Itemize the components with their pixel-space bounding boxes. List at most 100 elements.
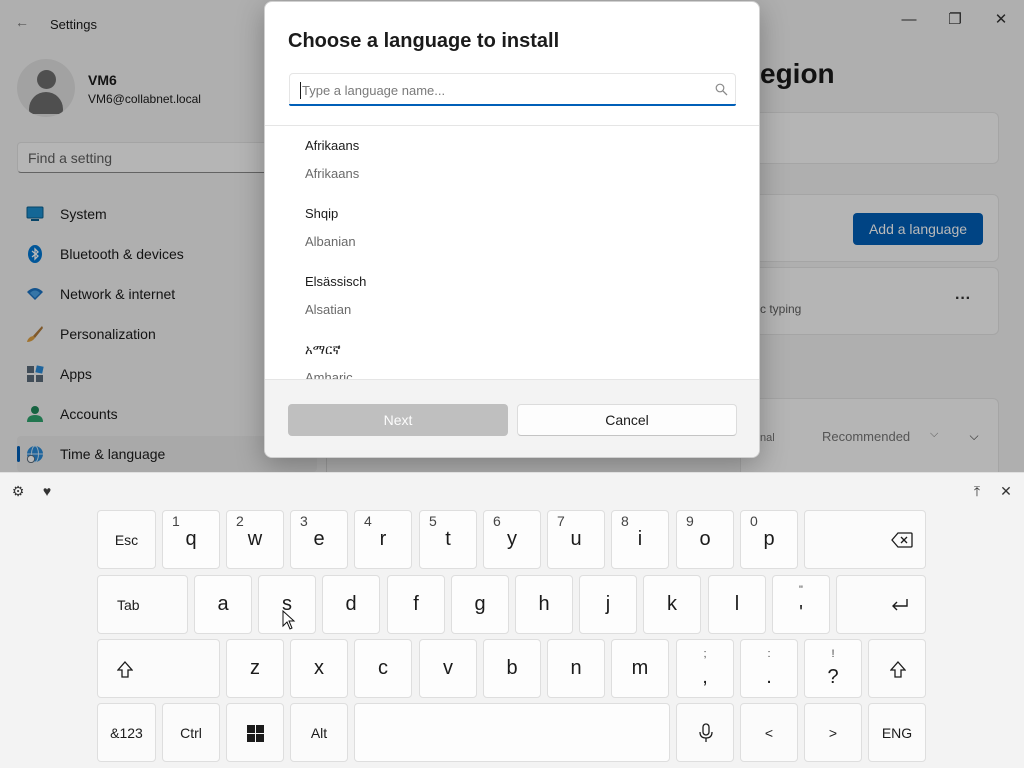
key-w[interactable]: 2w <box>226 510 284 569</box>
key-j[interactable]: j <box>579 575 637 634</box>
key-f[interactable]: f <box>387 575 445 634</box>
key-label: y <box>507 528 517 550</box>
key-label: e <box>313 528 325 550</box>
key-i[interactable]: 8i <box>611 510 669 569</box>
close-keyboard-icon[interactable]: ✕ <box>996 481 1016 501</box>
key-label: ? <box>827 666 839 688</box>
key-label: p <box>763 528 775 550</box>
key-comma[interactable]: ;, <box>676 639 734 698</box>
key-question[interactable]: !? <box>804 639 862 698</box>
key-label: g <box>474 593 486 615</box>
language-native-name: Afrikaans <box>305 138 360 153</box>
key-c[interactable]: c <box>354 639 412 698</box>
key-n[interactable]: n <box>547 639 605 698</box>
key-label: a <box>217 593 229 615</box>
key-space[interactable] <box>354 703 670 762</box>
language-search-placeholder: Type a language name... <box>302 83 446 98</box>
emoji-icon[interactable]: ♥ <box>37 481 57 501</box>
language-english-name: Albanian <box>305 234 356 249</box>
key-r[interactable]: 4r <box>354 510 412 569</box>
key-u[interactable]: 7u <box>547 510 605 569</box>
key-e[interactable]: 3e <box>290 510 348 569</box>
language-search-input[interactable]: Type a language name... <box>289 73 736 106</box>
key-label: q <box>185 528 197 550</box>
key-shift-right[interactable] <box>868 639 926 698</box>
key-t[interactable]: 5t <box>419 510 477 569</box>
key-h[interactable]: h <box>515 575 573 634</box>
key-alt-label: " <box>799 584 803 596</box>
key-shift-left[interactable] <box>97 639 220 698</box>
key-x[interactable]: x <box>290 639 348 698</box>
dock-keyboard-icon[interactable]: ⤒ <box>967 481 987 501</box>
key-g[interactable]: g <box>451 575 509 634</box>
next-button[interactable]: Next <box>288 404 508 436</box>
key-m[interactable]: m <box>611 639 669 698</box>
language-english-name: Alsatian <box>305 302 352 317</box>
list-item[interactable]: Elsässisch Alsatian <box>265 262 759 330</box>
shift-icon <box>890 661 906 678</box>
key-label: d <box>345 593 357 615</box>
key-ctrl[interactable]: Ctrl <box>162 703 220 762</box>
key-symbols[interactable]: &123 <box>97 703 156 762</box>
key-label: f <box>413 593 419 615</box>
search-icon <box>715 83 728 96</box>
key-alt-label: 3 <box>300 513 308 529</box>
key-backspace[interactable] <box>804 510 926 569</box>
mouse-cursor-icon <box>282 610 296 630</box>
key-b[interactable]: b <box>483 639 541 698</box>
key-alt[interactable]: Alt <box>290 703 348 762</box>
key-esc[interactable]: Esc <box>97 510 156 569</box>
key-tab[interactable]: Tab <box>97 575 188 634</box>
language-native-name: Shqip <box>305 206 339 221</box>
cancel-button[interactable]: Cancel <box>517 404 737 436</box>
key-windows[interactable] <box>226 703 284 762</box>
key-p[interactable]: 0p <box>740 510 798 569</box>
key-label: r <box>379 528 387 550</box>
language-native-name: Elsässisch <box>305 274 367 289</box>
key-label: > <box>828 725 838 741</box>
keyboard-settings-icon[interactable]: ⚙ <box>8 481 28 501</box>
key-enter[interactable] <box>836 575 926 634</box>
list-item[interactable]: Afrikaans Afrikaans <box>265 126 759 194</box>
key-alt-label: : <box>767 648 771 660</box>
key-label: < <box>764 725 774 741</box>
key-label: x <box>314 657 324 679</box>
key-alt-label: ; <box>703 648 707 660</box>
key-alt-label: 9 <box>686 513 694 529</box>
key-label: Ctrl <box>180 725 202 741</box>
shift-icon <box>117 661 133 678</box>
key-alt-label: 0 <box>750 513 758 529</box>
language-english-name: Amharic <box>305 370 353 379</box>
key-dictation[interactable] <box>676 703 734 762</box>
key-o[interactable]: 9o <box>676 510 734 569</box>
key-label: c <box>378 657 388 679</box>
key-q[interactable]: 1q <box>162 510 220 569</box>
key-label: Tab <box>117 597 140 613</box>
key-label: b <box>506 657 518 679</box>
key-a[interactable]: a <box>194 575 252 634</box>
enter-icon <box>892 599 908 611</box>
key-language[interactable]: ENG <box>868 703 926 762</box>
key-label: t <box>445 528 451 550</box>
list-item[interactable]: አማርኛ Amharic <box>265 330 759 379</box>
language-english-name: Afrikaans <box>305 166 360 181</box>
key-k[interactable]: k <box>643 575 701 634</box>
key-y[interactable]: 6y <box>483 510 541 569</box>
key-right-arrow[interactable]: > <box>804 703 862 762</box>
key-label: i <box>637 528 643 550</box>
key-l[interactable]: l <box>708 575 766 634</box>
list-item[interactable]: Shqip Albanian <box>265 194 759 262</box>
windows-logo-icon <box>247 725 264 742</box>
key-period[interactable]: :. <box>740 639 798 698</box>
key-label: o <box>699 528 711 550</box>
key-v[interactable]: v <box>419 639 477 698</box>
key-label: h <box>538 593 550 615</box>
key-d[interactable]: d <box>322 575 380 634</box>
key-z[interactable]: z <box>226 639 284 698</box>
microphone-icon <box>699 723 713 742</box>
key-label: z <box>250 657 260 679</box>
key-apostrophe[interactable]: " ' <box>772 575 830 634</box>
language-list[interactable]: Afrikaans Afrikaans Shqip Albanian Elsäs… <box>265 126 759 379</box>
language-native-name: አማርኛ <box>305 342 341 357</box>
key-left-arrow[interactable]: < <box>740 703 798 762</box>
